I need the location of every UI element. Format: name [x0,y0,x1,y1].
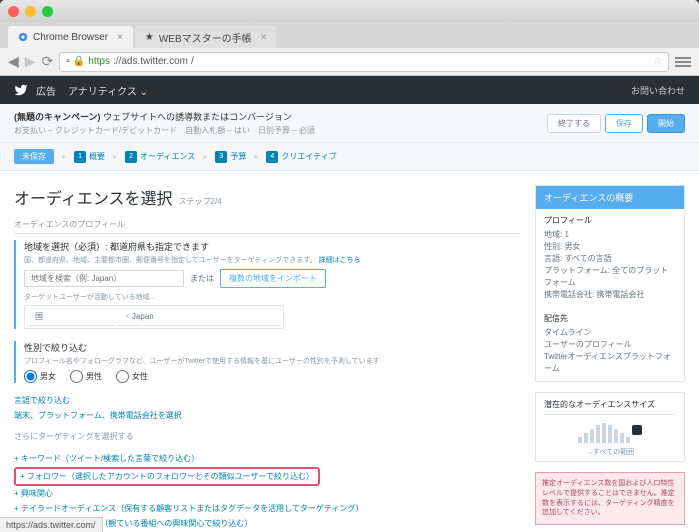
col-country: 国 [27,308,115,326]
step-indicator: ステップ2/4 [179,197,222,206]
save-button[interactable]: 保存 [605,114,643,133]
step-3[interactable]: 3予算 [215,151,246,163]
location-desc: 国、都道府県、地域、主要都市圏、郵便番号を指定してユーザーをターゲティングできま… [24,255,521,265]
twitter-topbar: 広告 アナリティクス ⌄ お問い合わせ [0,76,699,104]
tab-title: WEBマスターの手帳 [159,30,252,45]
location-active-label: ターゲットユーザーが活動している地域... [24,292,521,302]
url-path: / [191,56,194,67]
page-icon: ▫ [66,56,70,67]
target-keyword[interactable]: + キーワード（ツイート/検索した言葉で絞り込む） [14,451,521,466]
twitter-bird-icon [14,83,28,97]
browser-tab[interactable]: ★ WEBマスターの手帳 × [135,26,277,48]
summary-profile-label: プロフィール [544,215,676,227]
campaign-bar: (無題のキャンペーン) ウェブサイトへの誘導数またはコンバージョン お支払い –… [0,104,699,143]
minimize-window-button[interactable] [25,6,36,17]
url-host: ://ads.twitter.com [113,56,188,67]
unsaved-badge: 未保存 [14,149,54,164]
tab-title: Chrome Browser [33,32,108,43]
audience-warning: 推定オーディエンス数を国および人口特性レベルで提供することはできません。推定数を… [535,472,685,525]
summary-row: 地域: 1 [544,229,676,241]
or-label: または [190,273,214,284]
browser-toolbar: ◀ ▶ ⟳ ▫ 🔒 https://ads.twitter.com/ ☆ [0,48,699,76]
forward-button[interactable]: ▶ [25,53,36,70]
summary-row: タイムライン [544,327,676,339]
gender-section: 性別で絞り込む プロフィール名やフォローグラフなど、ユーザーがTwitterで使… [14,341,521,383]
nav-contact[interactable]: お問い合わせ [631,84,685,97]
location-title: 地域を選択（必須）: 都道府県も指定できます [24,240,521,253]
location-search-input[interactable] [24,270,184,287]
browser-menu-button[interactable] [675,57,691,67]
lock-icon: 🔒 [73,56,85,67]
summary-card: オーディエンスの概要 プロフィール 地域: 1 性別: 男女 言語: すべての言… [535,185,685,382]
browser-status-bar: https://ads.twitter.com/ [0,517,103,532]
gender-opt-female[interactable]: 女性 [116,370,148,383]
audience-marker-icon [632,425,642,435]
device-link[interactable]: 端末、プラットフォーム、携帯電話会社を選択 [14,410,521,421]
chrome-icon [18,32,28,42]
campaign-subtitle: ウェブサイトへの誘導数またはコンバージョン [103,112,292,122]
step-4[interactable]: 4クリエイティブ [266,151,336,163]
target-follower-highlight: + フォロワー（選択したアカウントのフォロワーとその類似ユーザーで絞り込む） [14,467,320,486]
audience-range-label: →すべての範囲 [536,447,684,461]
star-icon: ★ [145,32,154,43]
close-window-button[interactable] [8,6,19,17]
nav-analytics[interactable]: アナリティクス ⌄ [68,83,148,98]
audience-chart [536,417,684,447]
summary-dest-label: 配信先 [544,313,676,325]
audience-size-heading: 潜在的なオーディエンスサイズ [544,399,676,415]
radio-male[interactable] [70,370,83,383]
target-interest[interactable]: + 興味関心 [14,486,521,501]
target-tailored[interactable]: + テイラードオーディエンス（保有する顧客リストまたはタグデータを活用してターゲ… [14,501,521,516]
page-heading: オーディエンスを選択ステップ2/4 [14,185,521,209]
chevron-down-icon: ⌄ [137,87,148,98]
gender-opt-any[interactable]: 男女 [24,370,56,383]
summary-row: プラットフォーム: 全てのプラットフォーム [544,265,676,289]
close-tab-icon[interactable]: × [261,32,267,43]
browser-tab-active[interactable]: Chrome Browser × [8,26,133,48]
remove-location-icon[interactable]: × [125,312,130,321]
start-button[interactable]: 開始 [647,114,685,133]
gender-desc: プロフィール名やフォローグラフなど、ユーザーがTwitterで使用する情報を基に… [24,356,521,366]
summary-row: 性別: 男女 [544,241,676,253]
gender-opt-male[interactable]: 男性 [70,370,102,383]
end-button[interactable]: 終了する [547,114,601,133]
step-1[interactable]: 1概要 [74,151,105,163]
step-2[interactable]: 2オーディエンス [125,151,195,163]
step-bar: 未保存 ▸ 1概要 ▸ 2オーディエンス ▸ 3予算 ▸ 4クリエイティブ [0,143,699,171]
language-link[interactable]: 言語で絞り込む [14,395,521,406]
page-content: 広告 アナリティクス ⌄ お問い合わせ (無題のキャンペーン) ウェブサイトへの… [0,76,699,532]
close-tab-icon[interactable]: × [117,32,123,43]
window-titlebar [0,0,699,22]
location-detail-link[interactable]: 詳細はこちら [318,257,360,264]
audience-size-card: 潜在的なオーディエンスサイズ →すべての範囲 [535,392,685,462]
reload-button[interactable]: ⟳ [42,53,54,70]
gender-title: 性別で絞り込む [24,341,521,354]
more-targeting-label: さらにターゲティングを選択する [14,431,521,445]
target-follower[interactable]: + フォロワー（選択したアカウントのフォロワーとその類似ユーザーで絞り込む） [20,471,314,482]
address-bar[interactable]: ▫ 🔒 https://ads.twitter.com/ ☆ [59,52,669,72]
location-table: 国 × Japan [24,305,284,329]
summary-row: 言語: すべての言語 [544,253,676,265]
back-button[interactable]: ◀ [8,53,19,70]
location-value: Japan [132,312,154,321]
import-locations-button[interactable]: 複数の地域をインポート [220,269,326,288]
bookmark-star-icon[interactable]: ☆ [653,56,662,67]
summary-row: Twitterオーディエンスプラットフォーム [544,351,676,375]
location-section: 地域を選択（必須）: 都道府県も指定できます 国、都道府県、地域、主要都市圏、郵… [14,240,521,329]
campaign-title: (無題のキャンペーン) [14,112,101,122]
radio-female[interactable] [116,370,129,383]
summary-heading: オーディエンスの概要 [536,186,684,209]
browser-tabbar: Chrome Browser × ★ WEBマスターの手帳 × [0,22,699,48]
url-scheme: https [88,56,110,67]
zoom-window-button[interactable] [42,6,53,17]
summary-row: 携帯電話会社: 携帯電話会社 [544,289,676,301]
nav-ads[interactable]: 広告 [36,83,56,98]
radio-any[interactable] [24,370,37,383]
campaign-meta: お支払い – クレジットカード/デビットカード 自動入札額 – はい 日別予算 … [14,125,543,136]
summary-row: ユーザーのプロフィール [544,339,676,351]
profile-label: オーディエンスのプロフィール [14,219,521,234]
